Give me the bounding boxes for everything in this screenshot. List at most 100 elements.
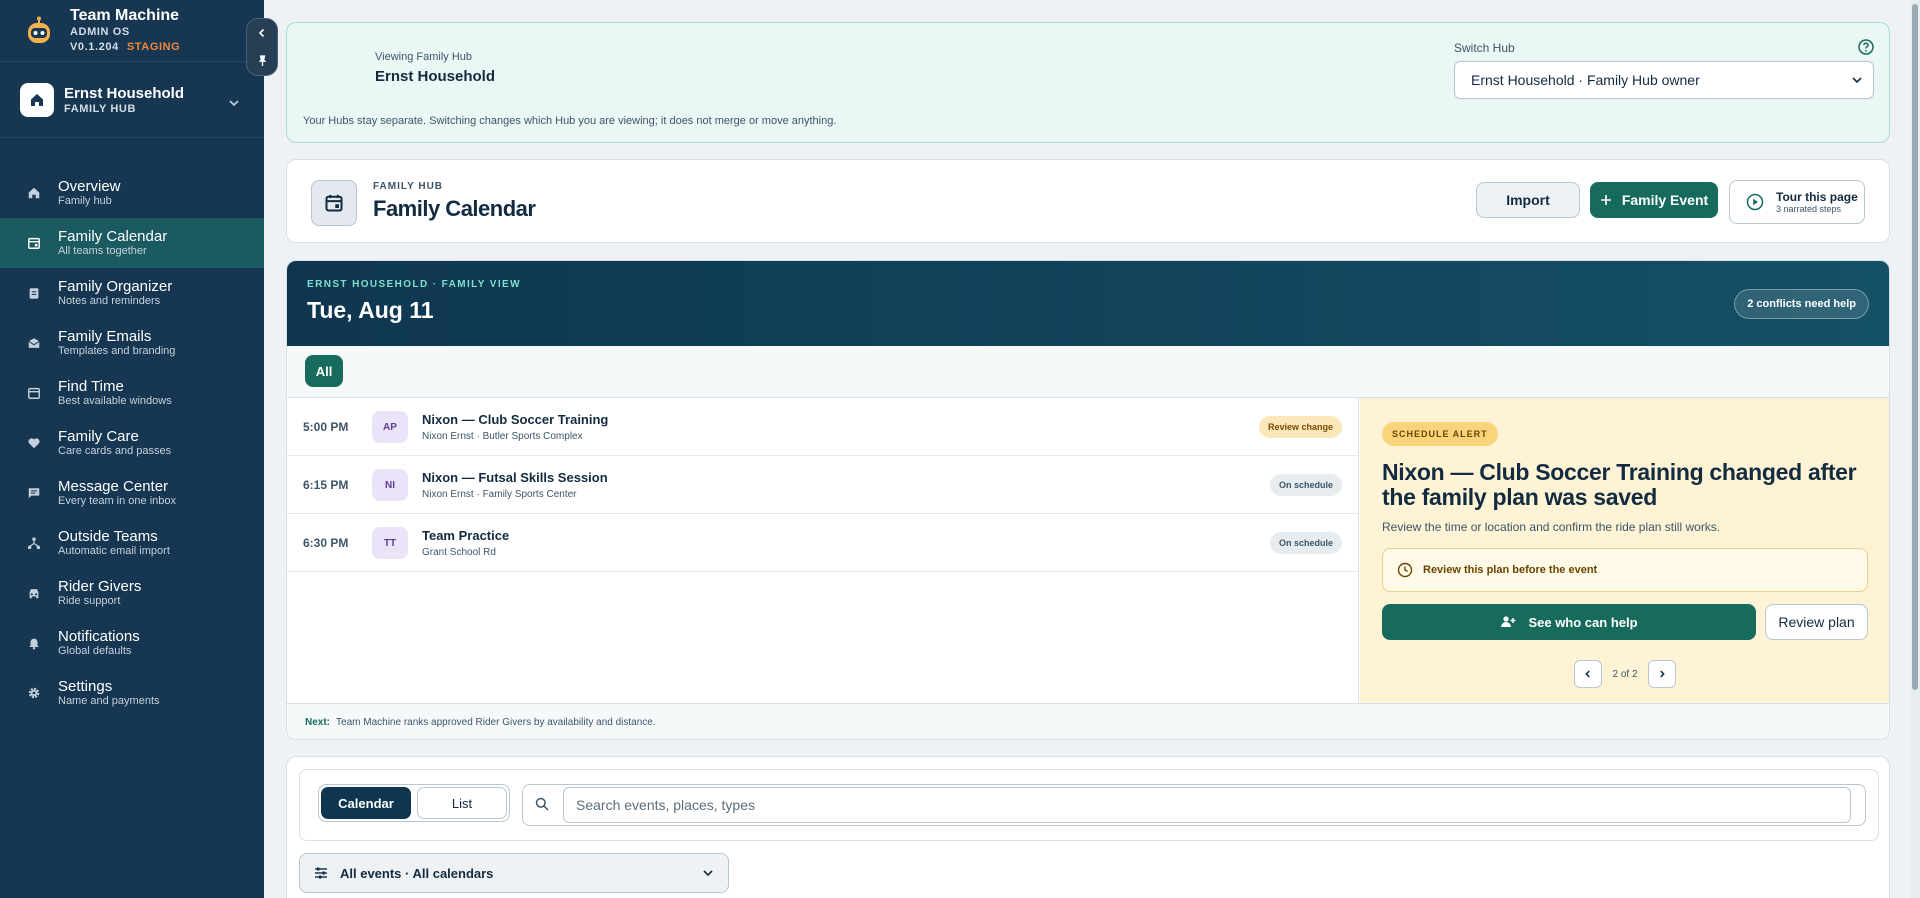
calendar-toolbar-card: Calendar List All events · All calendars [286, 756, 1890, 898]
see-who-can-help-label: See who can help [1528, 614, 1638, 630]
brand: Team Machine ADMIN OS V0.1.204 STAGING [0, 0, 264, 62]
sidebar-item-settings[interactable]: Settings Name and payments [0, 668, 264, 718]
previous-alert-button[interactable] [1574, 660, 1603, 688]
page-eyebrow: FAMILY HUB [373, 181, 444, 192]
event-avatar: AP [372, 411, 408, 443]
alert-pager: 2 of 2 [1360, 660, 1889, 688]
sidebar-item-family-organizer[interactable]: Family Organizer Notes and reminders [0, 268, 264, 318]
calendar-filter-value: All events · All calendars [340, 865, 494, 881]
event-time: 6:15 PM [303, 478, 349, 492]
sidebar-item-overview[interactable]: Overview Family hub [0, 168, 264, 218]
tab-list[interactable]: List [417, 787, 507, 819]
search-icon [535, 797, 549, 811]
alert-title: Nixon — Club Soccer Training changed aft… [1382, 459, 1857, 510]
event-time: 6:30 PM [303, 536, 349, 550]
mail-icon [26, 335, 42, 351]
filter-chip-all[interactable]: All [305, 355, 343, 387]
sidebar-item-rider-givers[interactable]: Rider Givers Ride support [0, 568, 264, 618]
sidebar-item-notifications[interactable]: Notifications Global defaults [0, 618, 264, 668]
sidebar-item-sub: Automatic email import [58, 545, 170, 557]
sidebar-item-sub: Templates and branding [58, 345, 176, 357]
event-row[interactable]: 5:00 PM AP Nixon — Club Soccer Training … [287, 398, 1358, 456]
add-family-event-button[interactable]: Family Event [1590, 182, 1718, 218]
tour-button[interactable]: Tour this page 3 narrated steps [1729, 180, 1865, 224]
calendar-filter-select[interactable]: All events · All calendars [299, 853, 729, 893]
event-title: Nixon — Futsal Skills Session [422, 470, 608, 485]
sidebar-nav: Overview Family hub Family Calendar All te… [0, 168, 264, 718]
sidebar-item-outside-teams[interactable]: Outside Teams Automatic email import [0, 518, 264, 568]
pin-icon[interactable] [256, 54, 269, 67]
hub-selector[interactable]: Ernst Household FAMILY HUB [0, 62, 264, 138]
alert-tag: SCHEDULE ALERT [1382, 422, 1498, 446]
add-family-event-label: Family Event [1621, 192, 1709, 208]
switch-hub-select[interactable]: Ernst Household · Family Hub owner [1454, 61, 1874, 99]
sidebar-item-family-calendar[interactable]: Family Calendar All teams together [0, 218, 264, 268]
next-label: Next: [305, 717, 331, 728]
event-row[interactable]: 6:30 PM TT Team Practice Grant School Rd… [287, 514, 1358, 572]
hub-selector-type: FAMILY HUB [64, 102, 137, 115]
sidebar-item-family-emails[interactable]: Family Emails Templates and branding [0, 318, 264, 368]
chevron-left-icon [1585, 670, 1591, 678]
sidebar-item-label: Family Care [58, 428, 139, 445]
sidebar-item-sub: Care cards and passes [58, 445, 172, 457]
status-badge[interactable]: Review change [1258, 416, 1342, 438]
sidebar-item-sub: Ride support [58, 595, 121, 607]
hub-note: Your Hubs stay separate. Switching chang… [303, 115, 837, 127]
sidebar-item-label: Overview [58, 178, 121, 195]
robot-logo-icon [28, 16, 50, 43]
plus-icon [1600, 195, 1611, 205]
event-row[interactable]: 6:15 PM NI Nixon — Futsal Skills Session… [287, 456, 1358, 514]
next-alert-button[interactable] [1647, 660, 1676, 688]
day-date: Tue, Aug 11 [307, 297, 434, 323]
scrollbar-thumb[interactable] [1912, 4, 1918, 690]
sidebar: Team Machine ADMIN OS V0.1.204 STAGING Er… [0, 0, 264, 898]
alert-reminder-text: Review this plan before the event [1423, 564, 1598, 576]
hub-selector-name: Ernst Household [64, 84, 185, 102]
sidebar-item-sub: Best available windows [58, 395, 172, 407]
chevron-down-icon[interactable] [228, 97, 240, 109]
page-header: FAMILY HUB Family Calendar Import Family… [286, 159, 1890, 243]
status-badge: On schedule [1269, 474, 1342, 496]
clock-icon [1397, 562, 1413, 578]
day-view-card: ERNST HOUSEHOLD · FAMILY VIEW Tue, Aug 1… [286, 260, 1890, 740]
home-icon [20, 82, 54, 117]
conflicts-button[interactable]: 2 conflicts need help [1734, 289, 1869, 319]
import-button[interactable]: Import [1476, 182, 1580, 218]
event-time: 5:00 PM [303, 420, 349, 434]
event-avatar: TT [372, 527, 408, 559]
brand-version: V0.1.204 STAGING [70, 40, 180, 55]
version-text: V0.1.204 [70, 40, 119, 53]
switch-hub-value: Ernst Household · Family Hub owner [1471, 72, 1700, 88]
next-step-footer: Next: Team Machine ranks approved Rider … [287, 703, 1889, 739]
review-plan-button[interactable]: Review plan [1765, 604, 1868, 640]
calendar-toolbar: Calendar List [299, 769, 1879, 841]
sidebar-item-sub: Global defaults [58, 645, 132, 657]
event-subtitle: Grant School Rd [422, 547, 496, 558]
sidebar-item-sub: Family hub [58, 195, 112, 207]
network-icon [26, 535, 42, 551]
search-input[interactable] [563, 787, 1851, 823]
car-icon [26, 585, 42, 601]
calendar-blank-icon [26, 385, 42, 401]
see-who-can-help-button[interactable]: See who can help [1382, 604, 1756, 640]
event-subtitle: Nixon Ernst · Family Sports Center [422, 489, 577, 500]
sidebar-item-find-time[interactable]: Find Time Best available windows [0, 368, 264, 418]
sidebar-item-sub: Notes and reminders [58, 295, 161, 307]
sidebar-item-family-care[interactable]: Family Care Care cards and passes [0, 418, 264, 468]
brand-subtitle: ADMIN OS [70, 25, 130, 38]
sidebar-item-label: Rider Givers [58, 578, 142, 595]
home-icon [26, 185, 42, 201]
sidebar-collapse-control [246, 18, 278, 76]
event-title: Nixon — Club Soccer Training [422, 412, 609, 427]
switch-hub-label: Switch Hub [1454, 41, 1515, 55]
calendar-icon [26, 235, 42, 251]
next-text: Team Machine ranks approved Rider Givers… [336, 717, 656, 728]
gear-icon [26, 685, 42, 701]
chevron-left-icon[interactable] [256, 27, 268, 39]
sidebar-item-label: Family Organizer [58, 278, 173, 295]
chevron-down-icon [1852, 77, 1862, 84]
view-toggle: Calendar List [318, 784, 510, 822]
sidebar-item-message-center[interactable]: Message Center Every team in one inbox [0, 468, 264, 518]
tab-calendar[interactable]: Calendar [321, 787, 411, 819]
help-icon[interactable] [1858, 39, 1874, 55]
